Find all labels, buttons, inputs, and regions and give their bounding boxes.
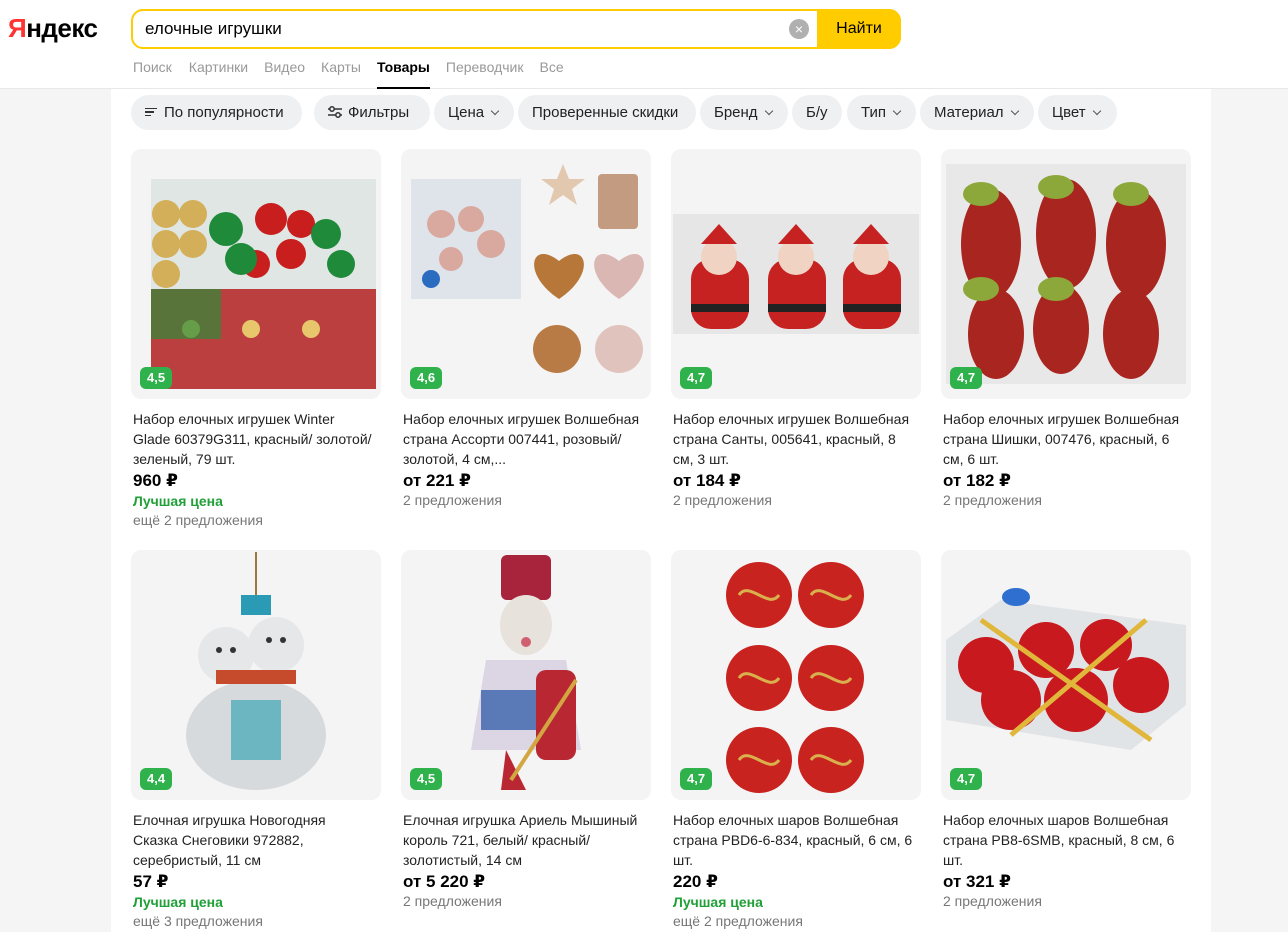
offers-link[interactable]: 2 предложения [673,492,772,508]
brand-label: Бренд [714,104,758,121]
chevron-down-icon [764,106,773,116]
used-chip[interactable]: Б/у [792,95,842,130]
tab-images[interactable]: Картинки [189,58,248,89]
logo-first-letter: Я [8,13,27,43]
product-title[interactable]: Елочная игрушка Ариель Мышиный король 72… [403,810,643,870]
product-image[interactable]: 4,7 [941,149,1191,399]
snowmen-image [186,552,326,790]
product-price: от 221 ₽ [403,471,471,490]
product-title[interactable]: Набор елочных игрушек Winter Glade 60379… [133,409,373,469]
product-image[interactable]: 4,7 [941,550,1191,800]
rating-badge: 4,7 [950,768,983,790]
rating-badge: 4,7 [680,367,713,389]
best-price-label: Лучшая цена [133,894,223,910]
product-image[interactable]: 4,4 [131,550,381,800]
pinecones-image [946,164,1186,384]
chevron-down-icon [490,106,500,116]
red-balls-image [726,562,864,793]
product-price: от 321 ₽ [943,872,1011,891]
material-chip[interactable]: Материал [920,95,1034,130]
used-label: Б/у [806,104,828,121]
product-price: 960 ₽ [133,471,178,490]
ornament-set-image [411,164,644,373]
ornament-box-image [151,179,376,389]
chevron-down-icon [1092,106,1101,116]
product-image[interactable]: 4,5 [401,550,651,800]
product-price: 57 ₽ [133,872,169,891]
chevron-down-icon [892,106,902,116]
product-title[interactable]: Набор елочных шаров Волшебная страна PB8… [943,810,1183,870]
offers-link[interactable]: ещё 2 предложения [133,512,263,528]
price-chip[interactable]: Цена [434,95,514,130]
color-chip[interactable]: Цвет [1038,95,1117,130]
logo-rest: ндекс [26,13,98,43]
type-label: Тип [861,104,887,121]
type-chip[interactable]: Тип [847,95,916,130]
rating-badge: 4,7 [680,768,713,790]
rating-badge: 4,6 [410,367,443,389]
product-image[interactable]: 4,7 [671,149,921,399]
product-title[interactable]: Набор елочных игрушек Волшебная страна А… [403,409,643,469]
product-image[interactable]: 4,7 [671,550,921,800]
offers-link[interactable]: 2 предложения [943,893,1042,909]
product-price: от 182 ₽ [943,471,1011,490]
santa-set-image [673,214,919,334]
product-title[interactable]: Набор елочных игрушек Волшебная страна Ш… [943,409,1183,469]
sort-icon [145,106,157,119]
rating-badge: 4,5 [140,367,173,389]
product-title[interactable]: Набор елочных шаров Волшебная страна PBD… [673,810,913,870]
offers-link[interactable]: 2 предложения [403,492,502,508]
product-image[interactable]: 4,5 [131,149,381,399]
clear-icon[interactable]: × [789,19,809,39]
sort-chip[interactable]: По популярности [131,95,302,130]
product-price: от 5 220 ₽ [403,872,486,891]
product-title[interactable]: Елочная игрушка Новогодняя Сказка Снегов… [133,810,373,870]
offers-link[interactable]: ещё 2 предложения [673,913,803,929]
filters-chip[interactable]: Фильтры [314,95,430,130]
tab-all[interactable]: Все [539,58,563,89]
discounts-label: Проверенные скидки [532,104,679,121]
brand-chip[interactable]: Бренд [700,95,788,130]
discounts-chip[interactable]: Проверенные скидки [518,95,696,130]
product-price: от 184 ₽ [673,471,741,490]
mouse-king-image [471,555,581,790]
product-title[interactable]: Набор елочных игрушек Волшебная страна С… [673,409,913,469]
search-box: × Найти [131,9,901,49]
offers-link[interactable]: 2 предложения [403,893,502,909]
service-tabs: Поиск Картинки Видео Карты Товары Перево… [133,58,580,89]
best-price-label: Лучшая цена [673,894,763,910]
offers-link[interactable]: 2 предложения [943,492,1042,508]
offers-link[interactable]: ещё 3 предложения [133,913,263,929]
product-image[interactable]: 4,6 [401,149,651,399]
tab-search[interactable]: Поиск [133,58,172,89]
color-label: Цвет [1052,104,1086,121]
rating-badge: 4,5 [410,768,443,790]
product-price: 220 ₽ [673,872,718,891]
tab-video[interactable]: Видео [264,58,305,89]
rating-badge: 4,4 [140,768,173,790]
best-price-label: Лучшая цена [133,493,223,509]
tab-products[interactable]: Товары [376,58,430,89]
search-input[interactable] [145,11,785,47]
rating-badge: 4,7 [950,367,983,389]
chevron-down-icon [1010,106,1019,116]
boxed-balls-image [946,588,1186,750]
sliders-icon [328,106,342,118]
tab-translator[interactable]: Переводчик [446,58,524,89]
header: Яндекс × Найти Поиск Картинки Видео Карт… [0,0,1288,89]
sort-label: По популярности [164,104,284,121]
material-label: Материал [934,104,1004,121]
price-label: Цена [448,104,485,121]
search-button[interactable]: Найти [817,9,901,49]
tab-maps[interactable]: Карты [321,58,361,89]
filters-label: Фильтры [348,104,410,121]
yandex-logo[interactable]: Яндекс [8,13,98,44]
